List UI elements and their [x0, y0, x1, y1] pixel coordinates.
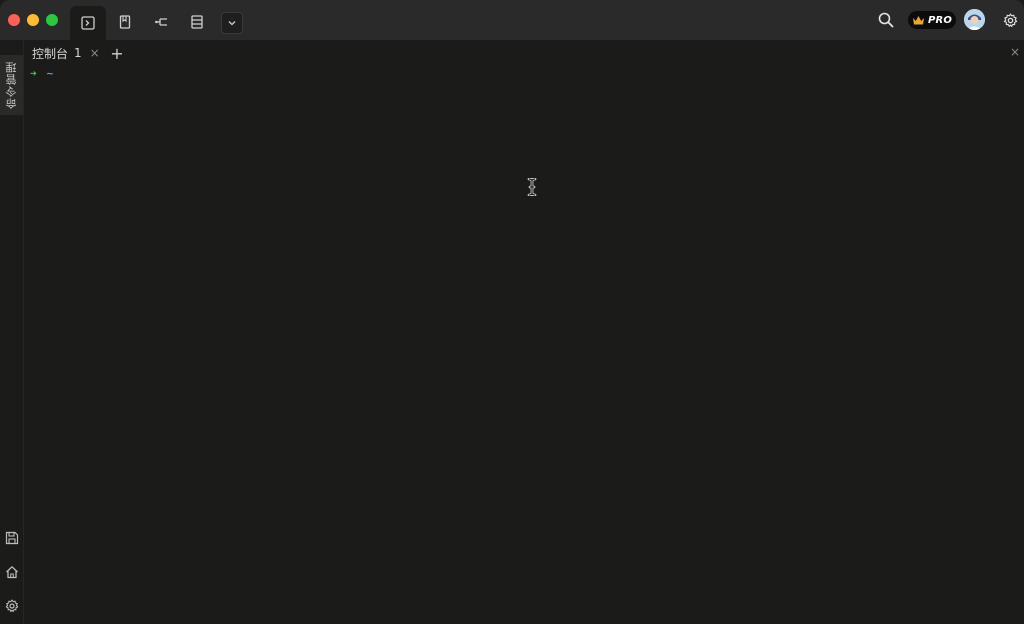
gear-icon — [5, 599, 19, 613]
save-icon — [5, 531, 19, 545]
search-icon — [878, 12, 894, 28]
panel-close-button[interactable]: × — [1008, 44, 1022, 60]
gear-icon — [1003, 13, 1017, 27]
prompt-line: ➜ ~ — [30, 66, 53, 80]
save-session-button[interactable] — [4, 530, 20, 546]
app-window: PRO 命令管理 控制台 1 × + × ➜ ~ — [0, 0, 1024, 624]
tab-label: 控制台 — [32, 46, 69, 61]
home-button[interactable] — [4, 564, 20, 580]
sidebar-tab-command-manager[interactable]: 命令管理 — [0, 55, 23, 115]
title-bar: PRO — [0, 0, 1024, 40]
add-tab-button[interactable]: + — [108, 43, 126, 63]
search-button[interactable] — [876, 8, 896, 32]
avatar[interactable] — [964, 9, 985, 30]
crown-icon — [913, 15, 924, 24]
sidebar-settings-button[interactable] — [4, 598, 20, 614]
minimize-window-button[interactable] — [27, 14, 39, 26]
tab-close-button[interactable]: × — [90, 46, 100, 60]
chevron-down-icon — [228, 21, 236, 26]
list-icon — [191, 15, 203, 29]
tab-console-1[interactable]: 控制台 1 × — [24, 40, 108, 66]
prompt-directory: ~ — [46, 66, 54, 80]
terminal-icon — [81, 16, 95, 30]
toolbar-transfer-button[interactable] — [146, 8, 176, 36]
sidebar-tab-label: 命令管理 — [4, 61, 18, 109]
terminal-output[interactable]: ➜ ~ — [24, 66, 1024, 624]
prompt-arrow: ➜ — [30, 66, 37, 80]
toolbar-more-dropdown[interactable] — [221, 12, 243, 34]
tab-index: 1 — [74, 46, 82, 60]
bookmark-icon — [119, 15, 131, 29]
toolbar-notes-button[interactable] — [110, 8, 140, 36]
settings-button[interactable] — [1001, 8, 1019, 32]
terminal-tab-bar: 控制台 1 × + × — [24, 40, 1024, 66]
toolbar-terminal-button[interactable] — [70, 6, 106, 40]
text-cursor-icon — [527, 178, 537, 196]
pro-badge[interactable]: PRO — [908, 11, 956, 29]
avatar-image — [964, 9, 985, 30]
maximize-window-button[interactable] — [46, 14, 58, 26]
left-sidebar: 命令管理 — [0, 40, 24, 624]
close-window-button[interactable] — [8, 14, 20, 26]
split-flow-icon — [155, 18, 167, 26]
toolbar-list-button[interactable] — [182, 8, 212, 36]
pro-label: PRO — [928, 14, 953, 26]
home-icon — [6, 566, 18, 579]
